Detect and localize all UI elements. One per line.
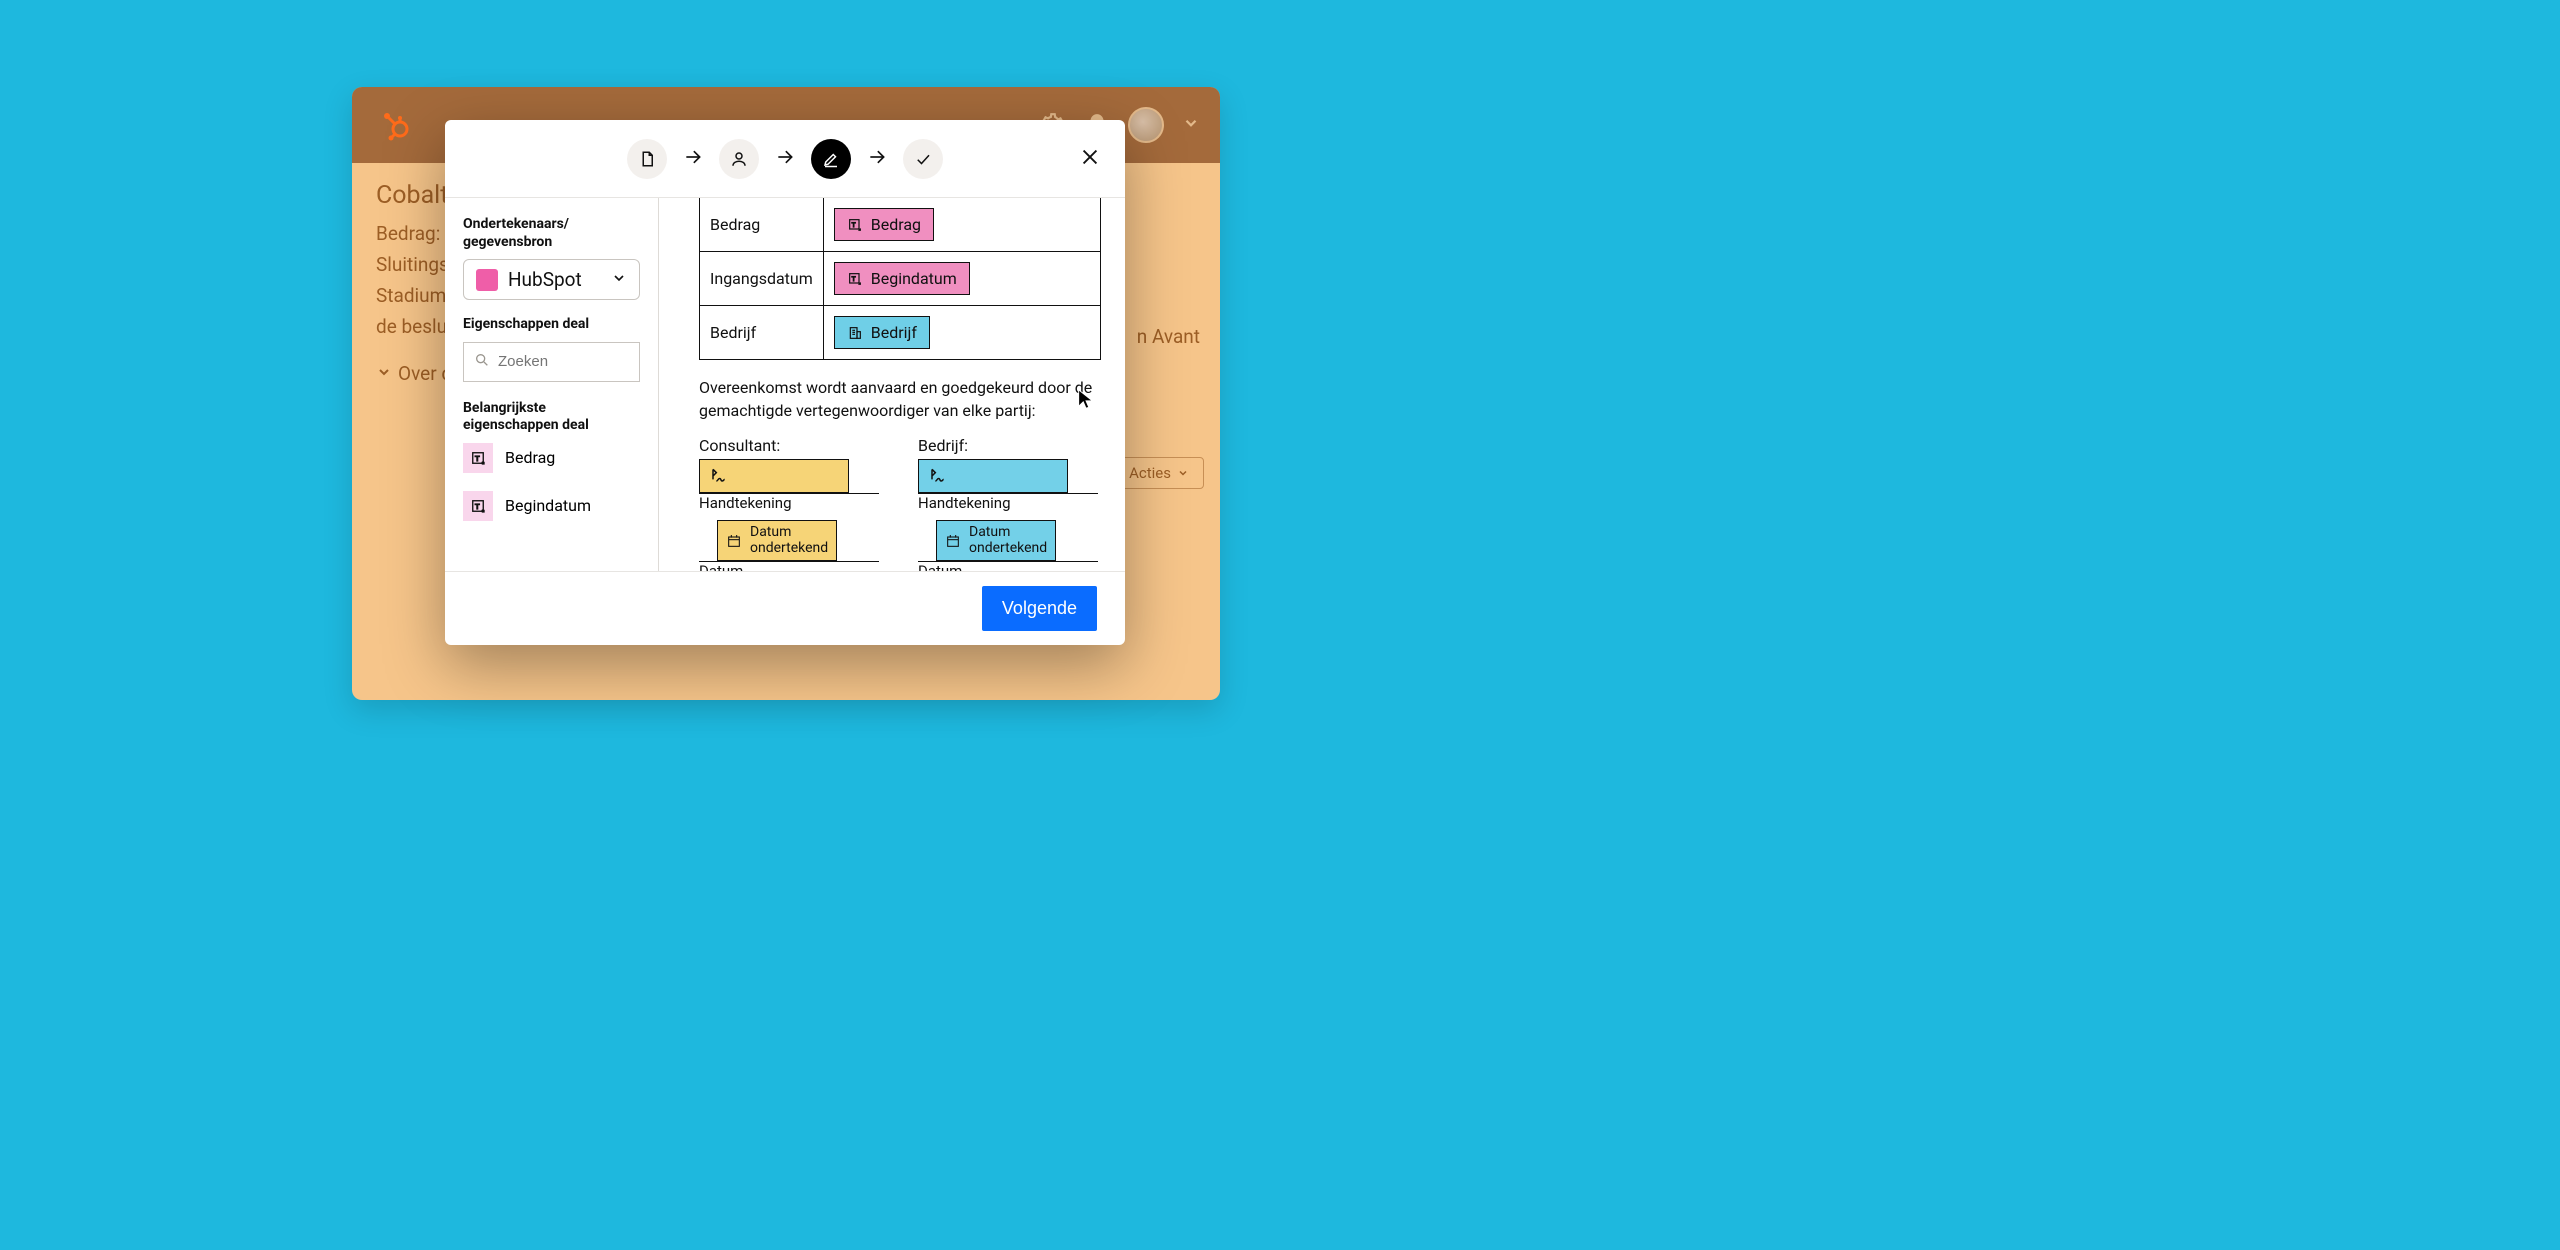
svg-text:T: T (851, 275, 855, 283)
key-property-item[interactable]: T Bedrag (463, 443, 640, 473)
consultant-title: Consultant: (699, 436, 882, 455)
company-signature-field[interactable] (918, 459, 1068, 493)
step-edit[interactable] (811, 139, 851, 179)
consultant-date-signed-field[interactable]: Datum ondertekend (717, 520, 837, 561)
modal-left-panel: Ondertekenaars/ gegevensbron HubSpot Eig… (445, 198, 659, 571)
token-label: Bedrijf (871, 323, 917, 342)
arrow-right-icon (683, 147, 703, 171)
token-begindatum[interactable]: T Begindatum (834, 262, 970, 295)
step-signer[interactable] (719, 139, 759, 179)
hubspot-logo-icon (372, 109, 410, 141)
text-token-icon: T (463, 491, 493, 521)
date-box-line2: ondertekend (969, 541, 1047, 556)
table-row: Bedrag T Bedrag (700, 198, 1101, 252)
arrow-right-icon (775, 147, 795, 171)
datum-label: Datum (699, 562, 882, 571)
property-search[interactable] (463, 342, 640, 382)
step-confirm[interactable] (903, 139, 943, 179)
company-date-signed-field[interactable]: Datum ondertekend (936, 520, 1056, 561)
sidebar-text: n Avant (1137, 325, 1200, 348)
calendar-icon (726, 533, 742, 549)
key-property-label: Begindatum (505, 496, 591, 515)
svg-text:T: T (475, 454, 480, 463)
token-label: Begindatum (871, 269, 957, 288)
about-section-label[interactable]: Over d (398, 362, 452, 385)
token-label: Bedrag (871, 215, 921, 234)
source-name: HubSpot (508, 268, 601, 291)
handtekening-label: Handtekening (699, 494, 882, 512)
avatar[interactable] (1128, 107, 1164, 143)
text-token-icon: T (463, 443, 493, 473)
datum-label: Datum (918, 562, 1101, 571)
key-properties-label: Belangrijkste eigenschappen deal (463, 400, 640, 435)
modal-stepper-bar (445, 120, 1125, 198)
signers-source-label: Ondertekenaars/ gegevensbron (463, 216, 640, 251)
token-mapping-table: Bedrag T Bedrag Ingangsdatum T Begindatu… (699, 198, 1101, 360)
signature-icon (708, 466, 728, 486)
svg-text:T: T (475, 502, 480, 511)
token-bedrijf[interactable]: Bedrijf (834, 316, 930, 349)
arrow-right-icon (867, 147, 887, 171)
source-color-swatch (476, 269, 498, 291)
consultant-signature-field[interactable] (699, 459, 849, 493)
modal-document-preview: Bedrag T Bedrag Ingangsdatum T Begindatu… (659, 198, 1125, 571)
property-search-input[interactable] (498, 353, 629, 370)
company-title: Bedrijf: (918, 436, 1101, 455)
account-menu-chevron-icon[interactable] (1182, 114, 1200, 136)
agreement-text: Overeenkomst wordt aanvaard en goedgekeu… (699, 376, 1101, 422)
calendar-icon (945, 533, 961, 549)
handtekening-label: Handtekening (918, 494, 1101, 512)
table-row: Bedrijf Bedrijf (700, 306, 1101, 360)
deal-properties-label: Eigenschappen deal (463, 316, 640, 334)
date-box-line1: Datum (750, 525, 828, 540)
table-label: Bedrijf (700, 306, 824, 360)
actions-button[interactable]: Acties (1114, 457, 1204, 489)
table-label: Bedrag (700, 198, 824, 252)
chevron-down-icon[interactable] (376, 362, 392, 385)
key-property-label: Bedrag (505, 448, 555, 467)
actions-button-label: Acties (1129, 464, 1171, 482)
close-icon[interactable] (1079, 146, 1101, 172)
search-icon (474, 352, 490, 372)
key-property-item[interactable]: T Begindatum (463, 491, 640, 521)
chevron-down-icon (611, 270, 627, 290)
step-document[interactable] (627, 139, 667, 179)
table-label: Ingangsdatum (700, 252, 824, 306)
token-bedrag[interactable]: T Bedrag (834, 208, 934, 241)
signature-icon (927, 466, 947, 486)
modal-footer: Volgende (445, 571, 1125, 645)
date-box-line1: Datum (969, 525, 1047, 540)
svg-text:T: T (851, 221, 855, 229)
table-row: Ingangsdatum T Begindatum (700, 252, 1101, 306)
signing-modal: Ondertekenaars/ gegevensbron HubSpot Eig… (445, 120, 1125, 645)
date-box-line2: ondertekend (750, 541, 828, 556)
source-select[interactable]: HubSpot (463, 259, 640, 300)
next-button[interactable]: Volgende (982, 586, 1097, 631)
